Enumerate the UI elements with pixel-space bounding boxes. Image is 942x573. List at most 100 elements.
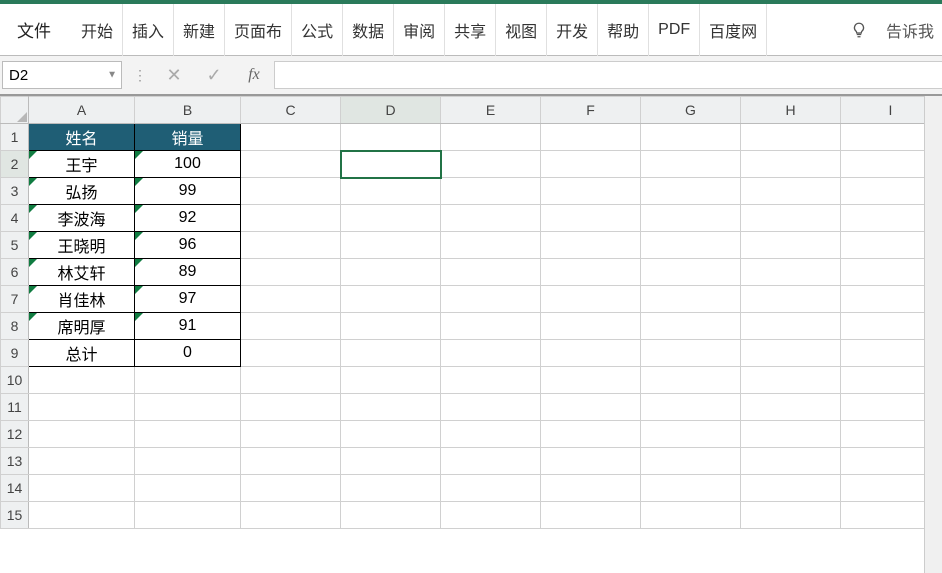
cell[interactable]: [29, 367, 135, 394]
cell[interactable]: [135, 367, 241, 394]
cell[interactable]: [135, 448, 241, 475]
cell[interactable]: 姓名: [29, 124, 135, 151]
cell[interactable]: [541, 259, 641, 286]
cell[interactable]: [541, 286, 641, 313]
cell[interactable]: [341, 394, 441, 421]
vertical-scrollbar[interactable]: [924, 96, 942, 573]
cell[interactable]: [341, 286, 441, 313]
cell[interactable]: 销量: [135, 124, 241, 151]
cell[interactable]: [641, 232, 741, 259]
cell[interactable]: [641, 367, 741, 394]
cell[interactable]: [241, 313, 341, 340]
tell-me-label[interactable]: 告诉我: [886, 18, 934, 42]
cell[interactable]: [241, 448, 341, 475]
tab-share[interactable]: 共享: [445, 4, 496, 56]
cell[interactable]: 91: [135, 313, 241, 340]
cell[interactable]: [541, 475, 641, 502]
cell[interactable]: [241, 475, 341, 502]
cell[interactable]: [29, 502, 135, 529]
cell[interactable]: [541, 367, 641, 394]
cell[interactable]: [741, 340, 841, 367]
cell[interactable]: [441, 502, 541, 529]
cell[interactable]: [741, 259, 841, 286]
cell[interactable]: [241, 178, 341, 205]
row-head-14[interactable]: 14: [1, 475, 29, 502]
cell[interactable]: [641, 448, 741, 475]
cell[interactable]: [641, 151, 741, 178]
cell[interactable]: [641, 340, 741, 367]
cell[interactable]: [541, 178, 641, 205]
row-head-3[interactable]: 3: [1, 178, 29, 205]
row-head-13[interactable]: 13: [1, 448, 29, 475]
cell[interactable]: 100: [135, 151, 241, 178]
cell[interactable]: [641, 259, 741, 286]
cell[interactable]: 王宇: [29, 151, 135, 178]
cell[interactable]: [135, 475, 241, 502]
cell[interactable]: [741, 475, 841, 502]
row-head-6[interactable]: 6: [1, 259, 29, 286]
cell[interactable]: [641, 502, 741, 529]
cell[interactable]: [741, 448, 841, 475]
cell[interactable]: [341, 502, 441, 529]
cell[interactable]: [341, 313, 441, 340]
cell[interactable]: [441, 394, 541, 421]
cell[interactable]: [641, 178, 741, 205]
lightbulb-icon[interactable]: [850, 21, 868, 39]
col-head-A[interactable]: A: [29, 97, 135, 124]
cell[interactable]: [135, 394, 241, 421]
cell[interactable]: [241, 124, 341, 151]
cell[interactable]: [441, 205, 541, 232]
cell[interactable]: 92: [135, 205, 241, 232]
cell[interactable]: [441, 313, 541, 340]
tab-new[interactable]: 新建: [174, 4, 225, 56]
cell[interactable]: [241, 367, 341, 394]
cell[interactable]: 弘扬: [29, 178, 135, 205]
cell[interactable]: [741, 151, 841, 178]
tab-review[interactable]: 审阅: [394, 4, 445, 56]
select-all-corner[interactable]: [1, 97, 29, 124]
cell[interactable]: [241, 259, 341, 286]
cell[interactable]: [541, 124, 641, 151]
cell[interactable]: [641, 475, 741, 502]
cell[interactable]: [741, 124, 841, 151]
row-head-4[interactable]: 4: [1, 205, 29, 232]
cell[interactable]: [541, 394, 641, 421]
cell[interactable]: [441, 475, 541, 502]
row-head-7[interactable]: 7: [1, 286, 29, 313]
fx-button[interactable]: fx: [234, 56, 274, 94]
tab-developer[interactable]: 开发: [547, 4, 598, 56]
cell[interactable]: [541, 340, 641, 367]
tab-view[interactable]: 视图: [496, 4, 547, 56]
cell[interactable]: [29, 421, 135, 448]
cell[interactable]: 0: [135, 340, 241, 367]
cell[interactable]: [441, 421, 541, 448]
chevron-down-icon[interactable]: ▼: [107, 70, 117, 81]
cell[interactable]: [341, 124, 441, 151]
cell[interactable]: [641, 394, 741, 421]
cell[interactable]: [441, 286, 541, 313]
cell[interactable]: [541, 232, 641, 259]
cell[interactable]: [341, 205, 441, 232]
cell[interactable]: [441, 232, 541, 259]
cell[interactable]: [741, 367, 841, 394]
cell[interactable]: [135, 421, 241, 448]
cell[interactable]: [741, 394, 841, 421]
cell[interactable]: [441, 151, 541, 178]
tab-formulas[interactable]: 公式: [292, 4, 343, 56]
cell[interactable]: [241, 340, 341, 367]
row-head-10[interactable]: 10: [1, 367, 29, 394]
cell[interactable]: [135, 502, 241, 529]
col-head-F[interactable]: F: [541, 97, 641, 124]
tab-home[interactable]: 开始: [72, 4, 123, 56]
cell[interactable]: [241, 151, 341, 178]
cell[interactable]: [741, 502, 841, 529]
tab-insert[interactable]: 插入: [123, 4, 174, 56]
cell[interactable]: [241, 394, 341, 421]
cell[interactable]: [441, 448, 541, 475]
col-head-G[interactable]: G: [641, 97, 741, 124]
cell[interactable]: [741, 421, 841, 448]
cell[interactable]: [641, 205, 741, 232]
cell[interactable]: [341, 448, 441, 475]
cell[interactable]: [741, 286, 841, 313]
cell[interactable]: 89: [135, 259, 241, 286]
